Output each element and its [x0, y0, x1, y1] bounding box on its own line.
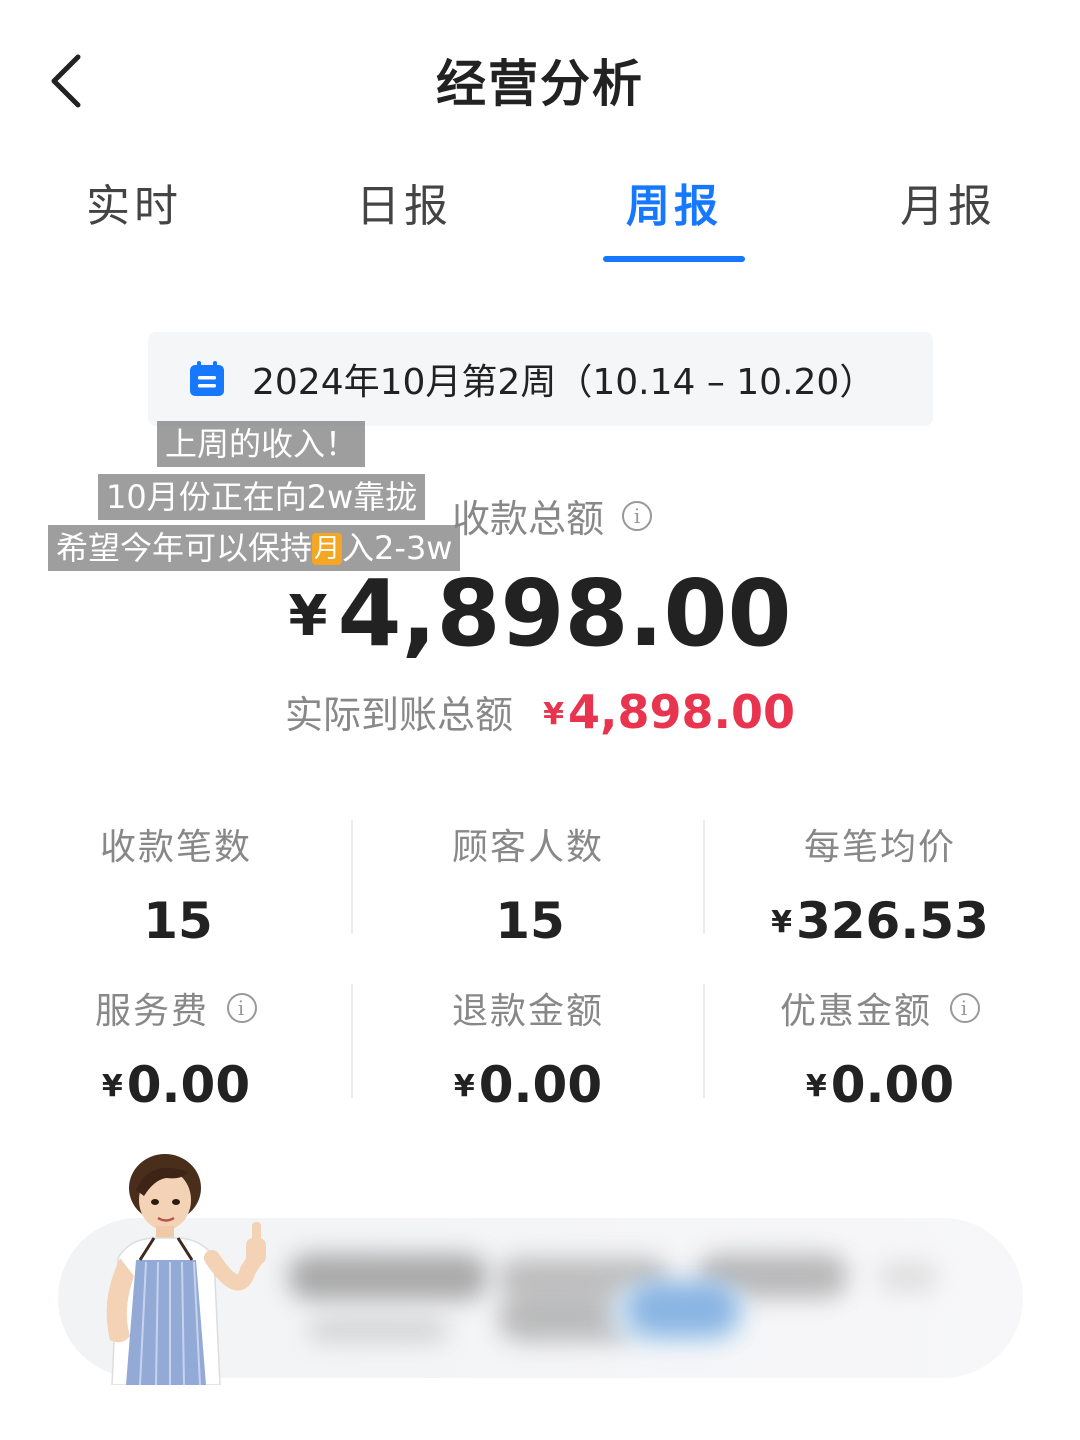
total-received-label: 收款总额 i: [452, 488, 653, 543]
stat-label: 收款笔数: [99, 827, 252, 868]
tab-realtime[interactable]: 实时: [34, 170, 234, 234]
total-received-amount: ¥4,898.00: [0, 560, 1080, 667]
date-range-text: 2024年10月第2周（10.14 – 10.20）: [252, 362, 876, 403]
active-tab-indicator: [603, 256, 745, 262]
currency-symbol: ¥: [288, 584, 328, 649]
stat-discount-amount: 优惠金额 i ¥0.00: [704, 982, 1056, 1114]
actual-received-amount: ¥4,898.00: [543, 685, 795, 739]
caption-line-2: 10月份正在向2w靠拢: [98, 474, 426, 520]
stat-customer-count: 顾客人数 15: [352, 818, 704, 950]
stat-refund-amount: 退款金额 ¥0.00: [352, 982, 704, 1114]
stat-label: 服务费 i: [95, 982, 257, 1034]
stat-value: 15: [143, 892, 213, 950]
stat-transaction-count: 收款笔数 15: [0, 818, 352, 950]
stat-value: ¥326.53: [771, 892, 989, 950]
stat-label: 优惠金额 i: [780, 982, 980, 1034]
info-icon[interactable]: i: [950, 993, 980, 1023]
actual-amount-value: 4,898.00: [567, 685, 795, 739]
page: 经营分析 实时 日报 周报 月报 2024年10月第2周（10.14 – 10.…: [0, 0, 1080, 1440]
total-received-label-text: 收款总额: [452, 497, 605, 541]
tab-daily[interactable]: 日报: [304, 170, 504, 234]
caption-line-1: 上周的收入！: [157, 421, 366, 467]
actual-received-label: 实际到账总额: [285, 693, 514, 737]
page-title: 经营分析: [436, 55, 644, 113]
total-amount-value: 4,898.00: [337, 560, 792, 667]
stat-value: 15: [495, 892, 565, 950]
blurred-text: [878, 1262, 938, 1292]
blurred-text: [308, 1318, 448, 1342]
currency-symbol: ¥: [543, 697, 564, 732]
stat-value: ¥0.00: [101, 1056, 251, 1114]
date-range-selector[interactable]: 2024年10月第2周（10.14 – 10.20）: [148, 332, 933, 426]
stat-label: 退款金额: [451, 991, 604, 1032]
actual-received-row: 实际到账总额 ¥4,898.00: [0, 684, 1080, 739]
stat-value: ¥0.00: [453, 1056, 603, 1114]
blurred-text: [288, 1254, 488, 1300]
stat-label: 顾客人数: [451, 827, 604, 868]
stat-label: 每笔均价: [803, 827, 956, 868]
blurred-button: [628, 1282, 738, 1336]
mascot-illustration: [106, 1154, 266, 1385]
info-icon[interactable]: i: [622, 500, 653, 531]
tab-weekly[interactable]: 周报: [574, 170, 774, 234]
tab-monthly[interactable]: 月报: [848, 170, 1048, 234]
stat-average-price: 每笔均价 ¥326.53: [704, 818, 1056, 950]
info-icon[interactable]: i: [227, 993, 257, 1023]
tab-bar: 实时 日报 周报 月报: [0, 170, 1080, 270]
calendar-icon: [190, 361, 224, 396]
stat-service-fee: 服务费 i ¥0.00: [0, 982, 352, 1114]
stat-value: ¥0.00: [805, 1056, 955, 1114]
